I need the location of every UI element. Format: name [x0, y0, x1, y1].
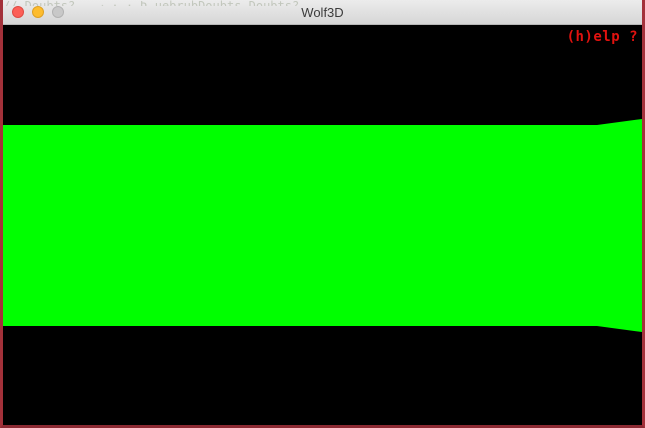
help-hint: (h)elp ?	[566, 29, 638, 45]
wall-segment-main	[3, 125, 597, 326]
game-viewport[interactable]: (h)elp ?	[3, 25, 642, 425]
window-title: Wolf3D	[301, 5, 344, 20]
raycast-scene	[3, 25, 642, 425]
title-bar[interactable]: // Doubts? — → · · Ʀ uebrubDoubts Doubts…	[3, 0, 642, 25]
wall-segment-corner	[597, 119, 642, 332]
app-window: // Doubts? — → · · Ʀ uebrubDoubts Doubts…	[0, 0, 645, 428]
